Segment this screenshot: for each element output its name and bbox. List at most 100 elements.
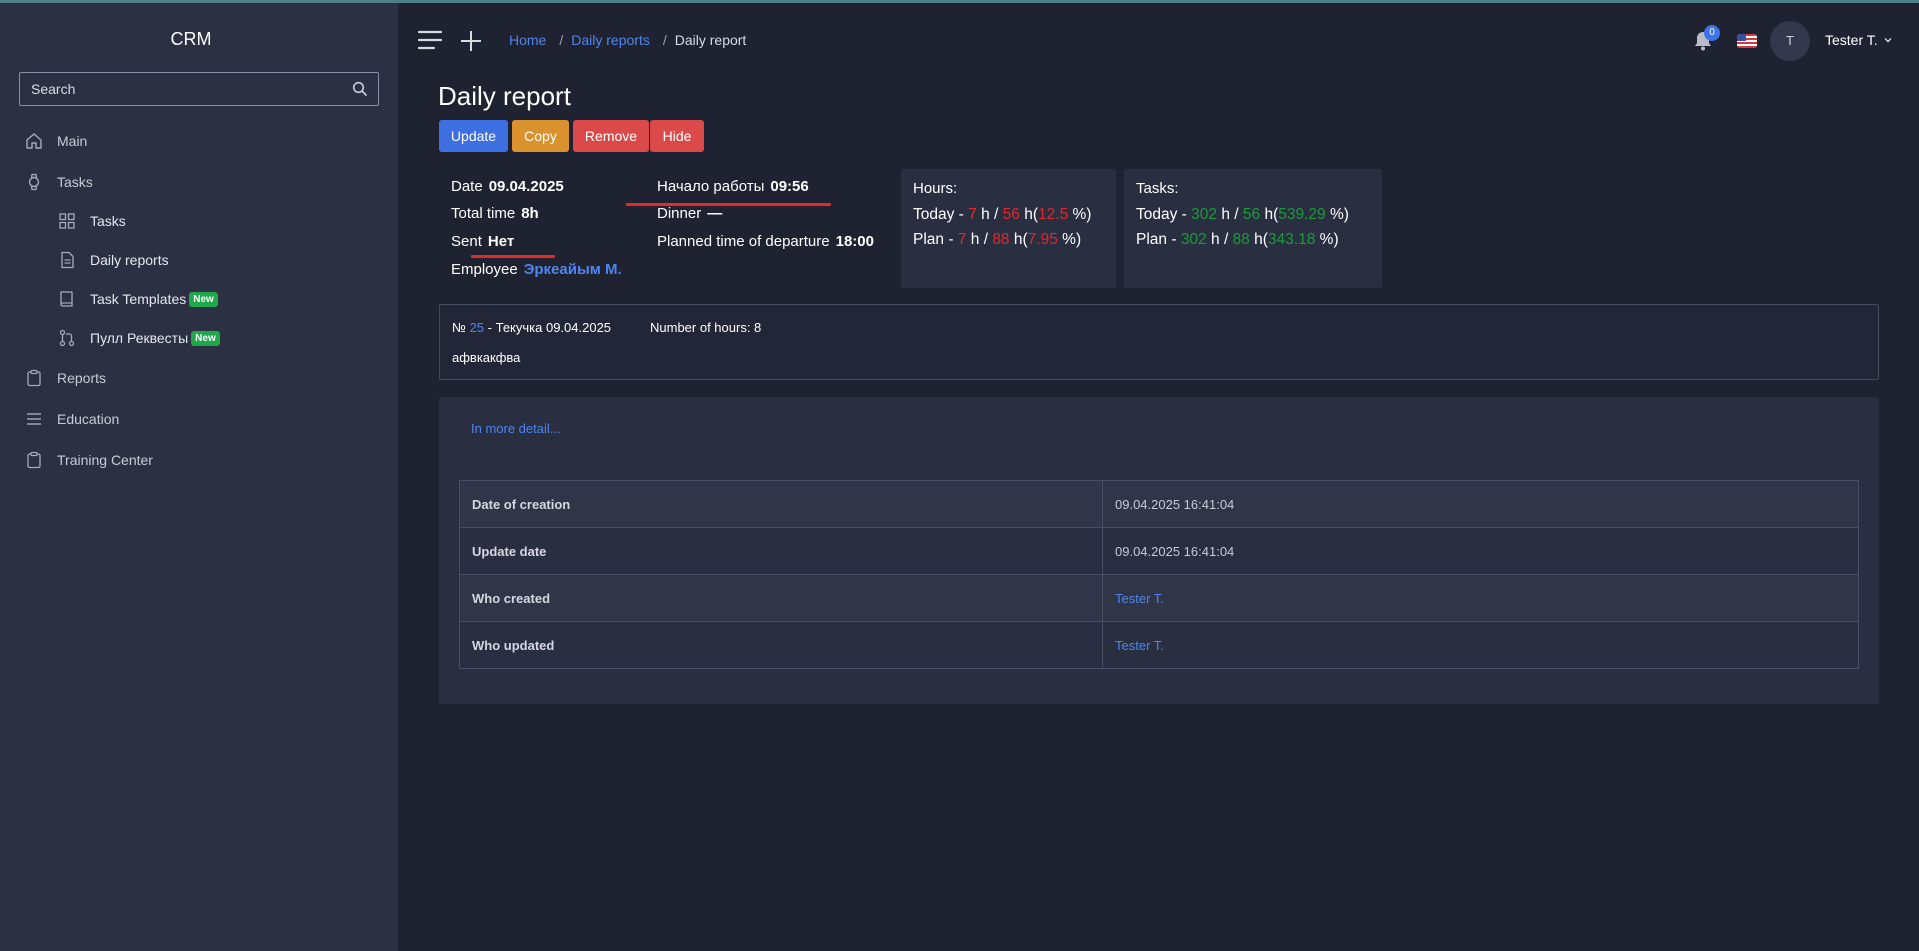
sidebar-item-label: Education	[57, 411, 120, 427]
sidebar-item-training-center[interactable]: Training Center	[25, 451, 153, 469]
table-row: Update date 09.04.2025 16:41:04	[459, 527, 1859, 575]
dinner-info: Dinner —	[657, 205, 722, 222]
table-key: Date of creation	[459, 480, 1103, 528]
notification-count-badge: 0	[1704, 25, 1720, 41]
sidebar-item-label: Training Center	[57, 452, 153, 468]
task-hours: Number of hours: 8	[650, 320, 762, 335]
sidebar-item-label: Daily reports	[90, 252, 169, 268]
table-value: 09.04.2025 16:41:04	[1102, 480, 1859, 528]
sidebar-item-label: Main	[57, 133, 88, 149]
avatar[interactable]: T	[1770, 21, 1810, 61]
page-title: Daily report	[438, 81, 571, 111]
sidebar-item-label: Пулл Реквесты	[90, 330, 189, 346]
sidebar-item-tasks-list[interactable]: Tasks	[58, 212, 126, 230]
breadcrumb-home[interactable]: Home	[509, 32, 546, 48]
task-number-link[interactable]: 25	[470, 320, 484, 335]
search-icon[interactable]	[352, 81, 368, 97]
tasks-card-title: Tasks:	[1136, 180, 1179, 197]
hours-card-title: Hours:	[913, 180, 958, 197]
details-panel: In more detail... Date of creation 09.04…	[439, 397, 1879, 704]
us-flag-icon[interactable]	[1737, 34, 1757, 48]
table-row: Who created Tester T.	[459, 574, 1859, 622]
tasks-card: Tasks: Today - 302 h / 56 h(539.29 %) Pl…	[1124, 169, 1382, 288]
departure-info: Planned time of departure 18:00	[657, 233, 874, 250]
table-row: Who updated Tester T.	[459, 621, 1859, 669]
clipboard-icon	[27, 451, 41, 469]
sidebar-item-daily-reports[interactable]: Daily reports	[58, 251, 169, 269]
book-icon	[60, 291, 73, 307]
list-icon	[27, 413, 41, 425]
tasks-plan-row: Plan - 302 h / 88 h(343.18 %)	[1136, 231, 1339, 248]
clipboard-icon	[27, 369, 41, 387]
metadata-table: Date of creation 09.04.2025 16:41:04 Upd…	[459, 480, 1859, 669]
new-badge: New	[191, 330, 220, 346]
sidebar-item-label: Reports	[57, 370, 107, 386]
start-time-info: Начало работы 09:56	[657, 178, 809, 195]
employee-link[interactable]: Эркеайым М.	[524, 261, 622, 278]
sidebar-item-reports[interactable]: Reports	[25, 369, 106, 387]
sidebar: CRM Main Tasks Tasks Daily reports Task …	[0, 3, 398, 951]
sidebar-item-tasks[interactable]: Tasks	[25, 173, 93, 191]
hours-card: Hours: Today - 7 h / 56 h(12.5 %) Plan -…	[901, 169, 1116, 288]
employee-label: Employee	[451, 261, 518, 278]
start-time-value: 09:56	[770, 178, 809, 195]
sent-label: Sent	[451, 233, 482, 250]
task-heading: № 25 - Текучка 09.04.2025	[452, 320, 612, 335]
total-time-info: Total time 8h	[451, 205, 539, 222]
total-time-label: Total time	[451, 205, 516, 222]
sent-info: Sent Нет	[451, 233, 514, 250]
breadcrumb-daily-reports[interactable]: Daily reports	[571, 32, 650, 48]
more-detail-link[interactable]: In more detail...	[471, 421, 561, 436]
sidebar-item-education[interactable]: Education	[25, 410, 119, 428]
brand-logo[interactable]: CRM	[0, 29, 382, 50]
task-title: - Текучка 09.04.2025	[487, 320, 612, 335]
sidebar-item-label: Tasks	[90, 213, 126, 229]
red-underline	[471, 255, 555, 258]
menu-toggle-icon[interactable]	[418, 30, 442, 50]
table-key: Who updated	[459, 621, 1103, 669]
date-value: 09.04.2025	[488, 178, 564, 195]
departure-value: 18:00	[835, 233, 874, 250]
breadcrumb-separator: /	[559, 32, 564, 48]
user-menu[interactable]: Tester T.	[1825, 32, 1893, 48]
breadcrumb-separator: /	[662, 32, 667, 48]
copy-button[interactable]: Copy	[512, 120, 569, 152]
search-box	[19, 72, 379, 106]
home-icon	[26, 133, 42, 149]
table-value: 09.04.2025 16:41:04	[1102, 527, 1859, 575]
table-value: Tester T.	[1102, 621, 1859, 669]
watch-icon	[28, 173, 40, 191]
sidebar-item-main[interactable]: Main	[25, 132, 87, 150]
username: Tester T.	[1825, 32, 1878, 48]
breadcrumb: Home / Daily reports / Daily report	[509, 32, 746, 48]
sidebar-item-task-templates[interactable]: Task Templates New	[58, 290, 218, 308]
date-info: Date 09.04.2025	[451, 178, 564, 195]
dinner-value: —	[707, 205, 723, 222]
document-icon	[61, 251, 74, 269]
departure-label: Planned time of departure	[657, 233, 830, 250]
start-time-label: Начало работы	[657, 178, 765, 195]
hide-button[interactable]: Hide	[650, 120, 704, 152]
creator-link[interactable]: Tester T.	[1115, 591, 1164, 606]
breadcrumb-current: Daily report	[674, 32, 747, 48]
remove-button[interactable]: Remove	[573, 120, 649, 152]
task-entry: № 25 - Текучка 09.04.2025 Number of hour…	[439, 304, 1879, 380]
hours-plan-row: Plan - 7 h / 88 h(7.95 %)	[913, 231, 1082, 248]
chevron-down-icon	[1884, 38, 1892, 43]
sidebar-item-label: Task Templates	[90, 291, 187, 307]
total-time-value: 8h	[521, 205, 539, 222]
updater-link[interactable]: Tester T.	[1115, 638, 1164, 653]
tasks-today-row: Today - 302 h / 56 h(539.29 %)	[1136, 206, 1349, 223]
table-key: Who created	[459, 574, 1103, 622]
table-value: Tester T.	[1102, 574, 1859, 622]
pull-request-icon	[59, 329, 75, 347]
table-key: Update date	[459, 527, 1103, 575]
task-description: афвкакфва	[452, 350, 521, 365]
search-input[interactable]	[20, 73, 378, 105]
dinner-label: Dinner	[657, 205, 702, 222]
sidebar-item-pull-requests[interactable]: Пулл Реквесты New	[58, 329, 220, 347]
update-button[interactable]: Update	[439, 120, 508, 152]
date-label: Date	[451, 178, 483, 195]
table-row: Date of creation 09.04.2025 16:41:04	[459, 480, 1859, 528]
add-icon[interactable]	[460, 30, 482, 52]
